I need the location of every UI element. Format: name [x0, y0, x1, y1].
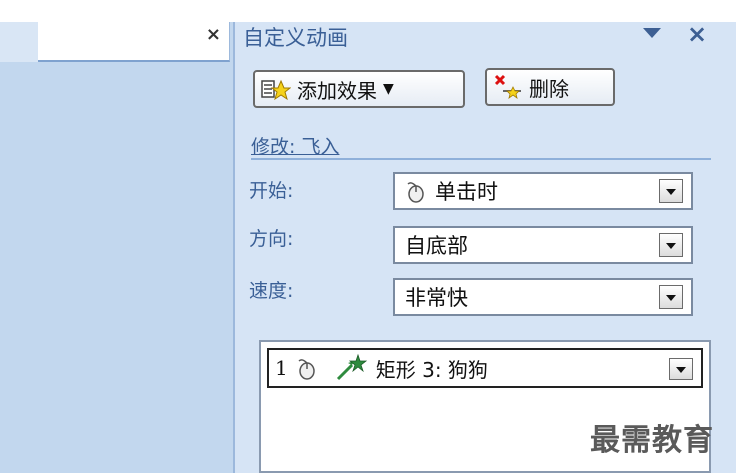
list-item[interactable]: 1 矩形 3: 狗狗: [267, 348, 703, 388]
start-select[interactable]: 单击时: [393, 172, 693, 210]
start-value: 单击时: [435, 180, 498, 204]
speed-value: 非常快: [405, 286, 468, 310]
delete-button[interactable]: 删除: [485, 68, 615, 106]
dropdown-arrow-icon[interactable]: [659, 285, 683, 309]
direction-label: 方向:: [249, 228, 294, 250]
top-strip: [0, 0, 736, 22]
modify-label: 修改: 飞入: [251, 136, 340, 158]
add-effect-button[interactable]: 添加效果 ▼: [253, 70, 465, 108]
add-effect-star-icon: [261, 79, 291, 101]
mouse-click-icon: [407, 182, 424, 203]
custom-animation-pane: 自定义动画 × 添加效果 ▼ 删除 修改: 飞入 开始: 单击时 方向: 自底部…: [233, 20, 736, 473]
slides-tab[interactable]: ×: [38, 22, 230, 62]
speed-label: 速度:: [249, 280, 294, 302]
speed-select[interactable]: 非常快: [393, 278, 693, 316]
dropdown-arrow-icon[interactable]: [669, 358, 693, 380]
delete-icon: [494, 74, 521, 99]
slides-panel: ×: [0, 22, 233, 473]
delete-label: 删除: [529, 76, 569, 101]
direction-value: 自底部: [405, 234, 468, 258]
item-name: 矩形 3: 狗狗: [375, 357, 488, 382]
left-strip: [0, 22, 38, 62]
dropdown-arrow-icon[interactable]: [659, 179, 683, 203]
divider: [251, 158, 711, 160]
pane-close-icon[interactable]: ×: [687, 20, 707, 48]
start-label: 开始:: [249, 180, 294, 202]
pane-title: 自定义动画: [243, 26, 348, 50]
chevron-down-icon: ▼: [383, 81, 394, 97]
pane-menu-arrow-icon[interactable]: [643, 28, 661, 38]
dropdown-arrow-icon[interactable]: [659, 233, 683, 257]
close-icon[interactable]: ×: [206, 24, 221, 45]
fly-in-effect-icon: [336, 353, 367, 381]
item-number: 1: [275, 356, 288, 380]
mouse-click-icon: [298, 359, 315, 380]
add-effect-label: 添加效果: [297, 78, 377, 103]
direction-select[interactable]: 自底部: [393, 226, 693, 264]
watermark: 最需教育: [590, 423, 714, 458]
